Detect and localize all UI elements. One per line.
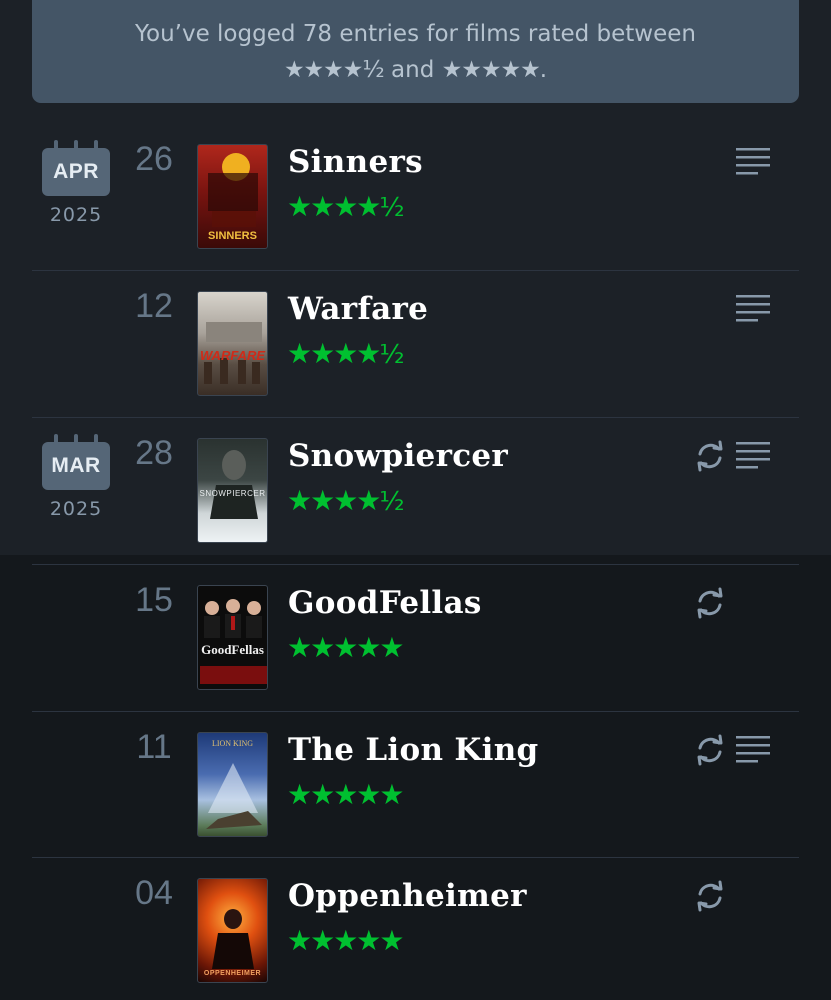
review-lines-icon[interactable] <box>736 736 770 764</box>
film-poster[interactable]: GoodFellas <box>197 585 268 690</box>
summary-range-high: ★★★★★ <box>441 57 541 83</box>
poster-title: SINNERS <box>208 230 257 242</box>
star-rating: ★★★★½ <box>287 190 405 223</box>
day-label: 04 <box>135 874 173 912</box>
day-label: 15 <box>135 581 173 619</box>
film-title[interactable]: Sinners <box>288 144 423 180</box>
half-star: ½ <box>379 487 405 517</box>
calendar-icon: APR <box>42 140 110 196</box>
film-title[interactable]: GoodFellas <box>288 585 482 621</box>
year-label: 2025 <box>49 204 103 226</box>
half-star: ½ <box>379 193 405 223</box>
poster-title: SNOWPIERCER <box>199 489 266 498</box>
half-star: ½ <box>379 340 405 370</box>
stars: ★★★★ <box>287 484 381 517</box>
summary-and: and <box>383 57 442 83</box>
star-rating: ★★★★★ <box>287 631 405 664</box>
day-label: 11 <box>136 728 172 766</box>
film-title[interactable]: The Lion King <box>288 732 539 768</box>
film-poster[interactable]: LION KING <box>197 732 268 837</box>
diary-entry[interactable]: 15 GoodFellas GoodFellas ★★★★★ <box>0 565 831 712</box>
diary-entry[interactable]: 04 OPPENHEIMER Oppenheimer ★★★★★ <box>0 858 831 1000</box>
summary-banner: You’ve logged 78 entries for films rated… <box>32 0 799 103</box>
month-label: MAR <box>42 442 110 490</box>
stars: ★★★★ <box>287 337 381 370</box>
film-title[interactable]: Oppenheimer <box>288 878 527 914</box>
day-label: 28 <box>135 434 173 472</box>
diary-entry[interactable]: MAR 2025 28 SNOWPIERCER Snowpiercer ★★★★… <box>0 418 831 565</box>
diary-entry[interactable]: APR 2025 26 SINNERS Sinners ★★★★½ <box>0 124 831 271</box>
rewatch-icon <box>697 880 723 912</box>
summary-range: ★★★★½ and ★★★★★. <box>32 52 799 88</box>
stars: ★★★★ <box>287 190 381 223</box>
diary-entry[interactable]: 12 WARFARE Warfare ★★★★½ <box>0 271 831 418</box>
day-label: 12 <box>135 287 173 325</box>
stars: ★★★★★ <box>287 924 405 957</box>
summary-range-low: ★★★★½ <box>283 57 385 83</box>
star-rating: ★★★★½ <box>287 337 405 370</box>
month-label: APR <box>42 148 110 196</box>
review-lines-icon[interactable] <box>736 295 770 323</box>
film-poster[interactable]: SINNERS <box>197 144 268 249</box>
film-title[interactable]: Snowpiercer <box>288 438 508 474</box>
review-lines-icon[interactable] <box>736 148 770 176</box>
calendar-icon: MAR <box>42 434 110 490</box>
poster-title: WARFARE <box>200 348 265 363</box>
diary-entry[interactable]: 11 LION KING The Lion King ★★★★★ <box>0 712 831 859</box>
film-poster[interactable]: OPPENHEIMER <box>197 878 268 983</box>
year-label: 2025 <box>49 498 103 520</box>
star-rating: ★★★★½ <box>287 484 405 517</box>
summary-period: . <box>539 57 548 83</box>
day-label: 26 <box>135 140 173 178</box>
stars: ★★★★★ <box>287 778 405 811</box>
film-title[interactable]: Warfare <box>288 291 428 327</box>
summary-text: You’ve logged 78 entries for films rated… <box>135 21 696 47</box>
poster-title: OPPENHEIMER <box>203 970 262 977</box>
film-poster[interactable]: WARFARE <box>197 291 268 396</box>
star-rating: ★★★★★ <box>287 924 405 957</box>
rewatch-icon <box>697 734 723 766</box>
film-poster[interactable]: SNOWPIERCER <box>197 438 268 543</box>
rewatch-icon <box>697 440 723 472</box>
review-lines-icon[interactable] <box>736 442 770 470</box>
stars: ★★★★★ <box>287 631 405 664</box>
star-rating: ★★★★★ <box>287 778 405 811</box>
poster-title: GoodFellas <box>201 642 264 657</box>
poster-title: LION KING <box>211 739 254 748</box>
rewatch-icon <box>697 587 723 619</box>
